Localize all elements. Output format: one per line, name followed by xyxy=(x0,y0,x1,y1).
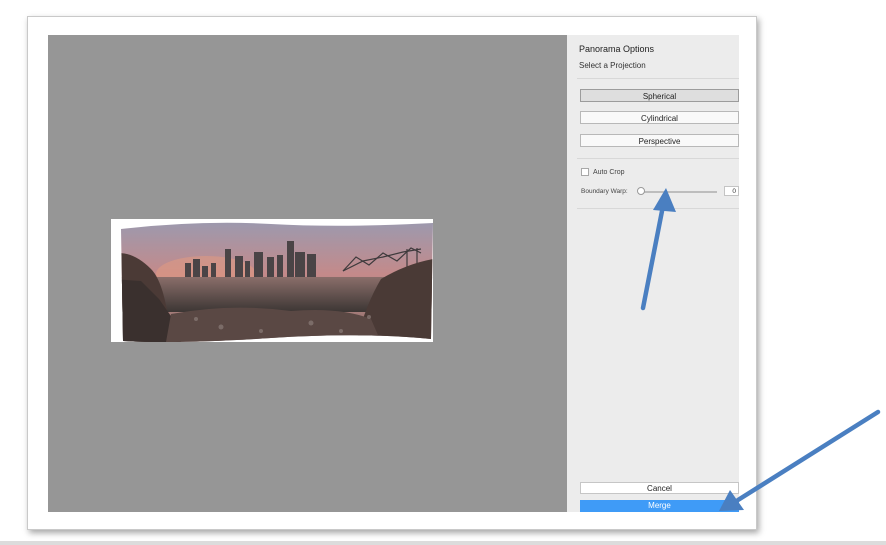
annotation-arrow-slider xyxy=(640,188,676,311)
annotation-arrow-merge xyxy=(719,409,881,511)
annotation-arrows xyxy=(640,188,881,511)
